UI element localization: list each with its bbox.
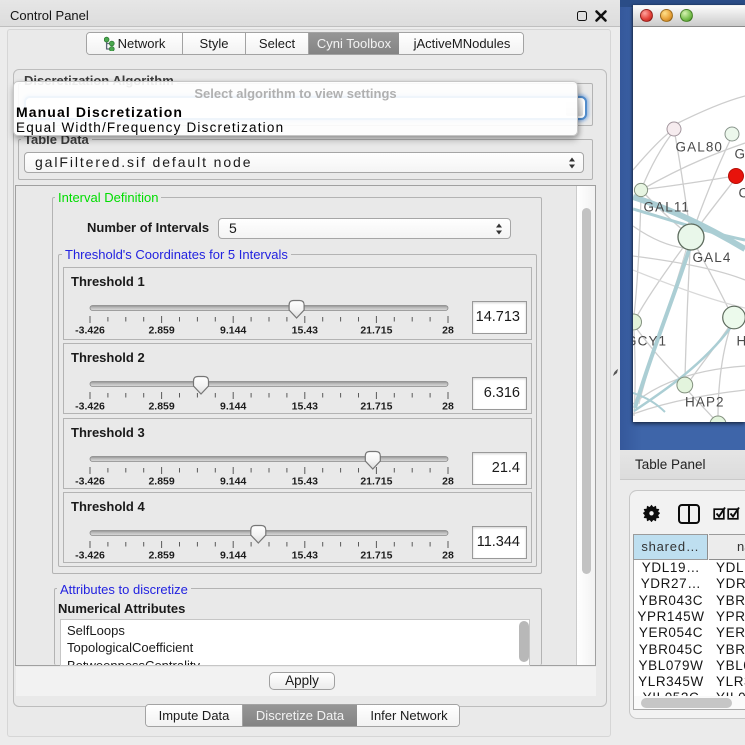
svg-text:15.43: 15.43	[292, 325, 318, 337]
svg-text:9.144: 9.144	[220, 476, 246, 488]
svg-text:21.715: 21.715	[360, 550, 392, 562]
svg-text:2.859: 2.859	[148, 401, 174, 413]
svg-text:28: 28	[442, 476, 454, 488]
svg-text:28: 28	[442, 325, 454, 337]
svg-text:GCY1: GCY1	[633, 334, 667, 349]
svg-text:-3.426: -3.426	[75, 476, 105, 488]
svg-text:H: H	[737, 334, 745, 349]
svg-text:GA: GA	[735, 147, 745, 162]
svg-text:HAP2: HAP2	[685, 395, 725, 410]
svg-text:21.715: 21.715	[360, 401, 392, 413]
svg-text:2.859: 2.859	[148, 325, 174, 337]
svg-text:-3.426: -3.426	[75, 401, 105, 413]
svg-text:21.715: 21.715	[360, 325, 392, 337]
svg-text:GAL11: GAL11	[644, 200, 691, 215]
svg-text:2.859: 2.859	[148, 550, 174, 562]
svg-text:15.43: 15.43	[292, 401, 318, 413]
svg-text:9.144: 9.144	[220, 550, 246, 562]
svg-text:2.859: 2.859	[148, 476, 174, 488]
svg-text:-3.426: -3.426	[75, 325, 105, 337]
svg-text:-3.426: -3.426	[75, 550, 105, 562]
svg-text:21.715: 21.715	[360, 476, 392, 488]
svg-text:28: 28	[442, 550, 454, 562]
svg-text:15.43: 15.43	[292, 550, 318, 562]
svg-text:15.43: 15.43	[292, 476, 318, 488]
svg-text:9.144: 9.144	[220, 325, 246, 337]
svg-text:28: 28	[442, 401, 454, 413]
svg-text:GAL4: GAL4	[693, 250, 732, 265]
svg-text:GAL80: GAL80	[676, 140, 724, 155]
svg-text:C: C	[739, 186, 745, 201]
svg-text:9.144: 9.144	[220, 401, 246, 413]
